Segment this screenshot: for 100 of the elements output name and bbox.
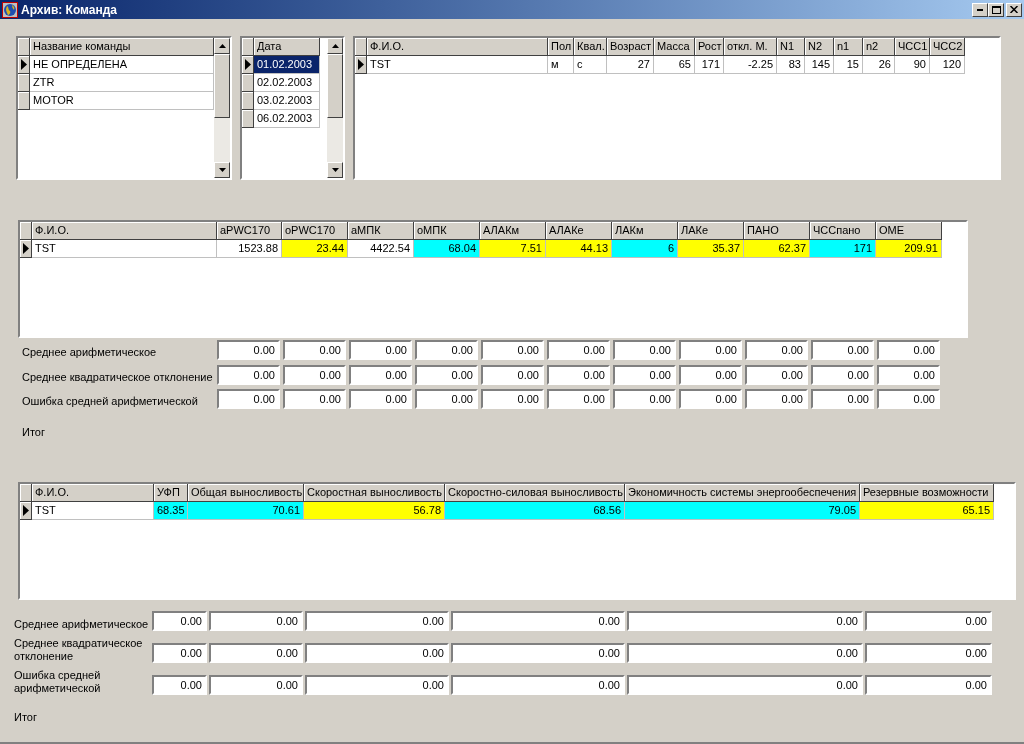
stat-field[interactable]: 0.00 bbox=[877, 340, 940, 361]
row-indicator[interactable] bbox=[18, 56, 30, 74]
column-header[interactable]: Скоростная выносливость bbox=[304, 484, 445, 502]
stat-field[interactable]: 0.00 bbox=[451, 675, 625, 695]
table-cell[interactable]: ZTR bbox=[30, 74, 214, 92]
table-cell[interactable]: НЕ ОПРЕДЕЛЕНА bbox=[30, 56, 214, 74]
stat-field[interactable]: 0.00 bbox=[415, 364, 478, 385]
stat-field[interactable]: 0.00 bbox=[627, 643, 863, 663]
stat-field[interactable]: 0.00 bbox=[745, 340, 808, 361]
column-header[interactable]: ОМЕ bbox=[876, 222, 942, 240]
stat-field[interactable]: 0.00 bbox=[305, 675, 449, 695]
stat-field[interactable]: 0.00 bbox=[209, 643, 303, 663]
stat-field[interactable]: 0.00 bbox=[865, 675, 992, 695]
column-header[interactable]: Название команды bbox=[30, 38, 214, 56]
column-header[interactable]: N2 bbox=[805, 38, 834, 56]
stat-field[interactable]: 0.00 bbox=[745, 364, 808, 385]
stat-field[interactable]: 0.00 bbox=[613, 389, 676, 410]
stat-field[interactable]: 0.00 bbox=[811, 389, 874, 410]
row-indicator[interactable] bbox=[18, 74, 30, 92]
column-header[interactable]: Рост bbox=[695, 38, 724, 56]
column-header[interactable]: Масса bbox=[654, 38, 695, 56]
column-header[interactable]: Общая выносливость bbox=[188, 484, 304, 502]
stat-field[interactable]: 0.00 bbox=[152, 643, 207, 663]
stat-field[interactable]: 0.00 bbox=[481, 340, 544, 361]
column-header[interactable]: откл. М. bbox=[724, 38, 777, 56]
stat-field[interactable]: 0.00 bbox=[349, 340, 412, 361]
scrollbar-thumb[interactable] bbox=[214, 54, 230, 118]
stat-field[interactable]: 0.00 bbox=[217, 340, 280, 361]
maximize-button[interactable] bbox=[988, 2, 1004, 17]
scrollbar-thumb[interactable] bbox=[327, 54, 343, 118]
stat-field[interactable]: 0.00 bbox=[613, 340, 676, 361]
column-header[interactable]: Пол bbox=[548, 38, 574, 56]
row-indicator[interactable] bbox=[242, 110, 254, 128]
stat-field[interactable]: 0.00 bbox=[811, 340, 874, 361]
stat-field[interactable]: 0.00 bbox=[613, 364, 676, 385]
column-header[interactable]: n2 bbox=[863, 38, 895, 56]
column-header[interactable]: Скоростно-силовая выносливость bbox=[445, 484, 625, 502]
stat-field[interactable]: 0.00 bbox=[547, 364, 610, 385]
column-header[interactable]: ЛАКм bbox=[612, 222, 678, 240]
column-header[interactable]: Экономичность системы энергообеспечения bbox=[625, 484, 860, 502]
stat-field[interactable]: 0.00 bbox=[283, 389, 346, 410]
column-header[interactable]: ЧСС2 bbox=[930, 38, 965, 56]
stat-field[interactable]: 0.00 bbox=[865, 611, 992, 631]
row-indicator[interactable] bbox=[242, 74, 254, 92]
stat-field[interactable]: 0.00 bbox=[283, 364, 346, 385]
scroll-up-button[interactable] bbox=[327, 38, 343, 54]
stat-field[interactable]: 0.00 bbox=[209, 611, 303, 631]
column-header[interactable]: АЛАКм bbox=[480, 222, 546, 240]
stat-field[interactable]: 0.00 bbox=[152, 675, 207, 695]
stat-field[interactable]: 0.00 bbox=[217, 389, 280, 410]
stat-field[interactable]: 0.00 bbox=[811, 364, 874, 385]
minimize-button[interactable] bbox=[972, 2, 988, 17]
row-indicator[interactable] bbox=[242, 56, 254, 74]
vertical-scrollbar[interactable] bbox=[327, 38, 343, 178]
column-header[interactable]: УФП bbox=[154, 484, 188, 502]
column-header[interactable]: ЧСС1 bbox=[895, 38, 930, 56]
stat-field[interactable]: 0.00 bbox=[451, 611, 625, 631]
stat-field[interactable]: 0.00 bbox=[283, 340, 346, 361]
stat-field[interactable]: 0.00 bbox=[481, 364, 544, 385]
column-header[interactable]: Ф.И.О. bbox=[367, 38, 548, 56]
stat-field[interactable]: 0.00 bbox=[209, 675, 303, 695]
stat-field[interactable]: 0.00 bbox=[547, 340, 610, 361]
table-cell[interactable]: MOTOR bbox=[30, 92, 214, 110]
stat-field[interactable]: 0.00 bbox=[481, 389, 544, 410]
stat-field[interactable]: 0.00 bbox=[415, 340, 478, 361]
row-indicator[interactable] bbox=[18, 92, 30, 110]
stat-field[interactable]: 0.00 bbox=[415, 389, 478, 410]
table-cell[interactable]: 02.02.2003 bbox=[254, 74, 320, 92]
stat-field[interactable]: 0.00 bbox=[349, 364, 412, 385]
close-button[interactable] bbox=[1006, 2, 1022, 17]
column-header[interactable]: Возраст bbox=[607, 38, 654, 56]
column-header[interactable]: Резервные возможности bbox=[860, 484, 994, 502]
column-header[interactable]: ЧССпано bbox=[810, 222, 876, 240]
column-header[interactable]: Ф.И.О. bbox=[32, 484, 154, 502]
scroll-down-button[interactable] bbox=[327, 162, 343, 178]
column-header[interactable]: ЛАКе bbox=[678, 222, 744, 240]
stat-field[interactable]: 0.00 bbox=[877, 364, 940, 385]
table-cell[interactable]: 06.02.2003 bbox=[254, 110, 320, 128]
column-header[interactable]: АЛАКе bbox=[546, 222, 612, 240]
stat-field[interactable]: 0.00 bbox=[152, 611, 207, 631]
scroll-down-button[interactable] bbox=[214, 162, 230, 178]
stat-field[interactable]: 0.00 bbox=[679, 389, 742, 410]
stat-field[interactable]: 0.00 bbox=[451, 643, 625, 663]
row-indicator[interactable] bbox=[242, 92, 254, 110]
stat-field[interactable]: 0.00 bbox=[865, 643, 992, 663]
column-header[interactable]: Ф.И.О. bbox=[32, 222, 217, 240]
stat-field[interactable]: 0.00 bbox=[217, 364, 280, 385]
stat-field[interactable]: 0.00 bbox=[305, 611, 449, 631]
column-header[interactable]: oPWC170 bbox=[282, 222, 348, 240]
stat-field[interactable]: 0.00 bbox=[679, 340, 742, 361]
stat-field[interactable]: 0.00 bbox=[877, 389, 940, 410]
column-header[interactable]: Квал. bbox=[574, 38, 607, 56]
column-header[interactable]: Дата bbox=[254, 38, 320, 56]
column-header[interactable]: n1 bbox=[834, 38, 863, 56]
column-header[interactable]: ПАНО bbox=[744, 222, 810, 240]
stat-field[interactable]: 0.00 bbox=[349, 389, 412, 410]
scroll-up-button[interactable] bbox=[214, 38, 230, 54]
stat-field[interactable]: 0.00 bbox=[679, 364, 742, 385]
vertical-scrollbar[interactable] bbox=[214, 38, 230, 178]
stat-field[interactable]: 0.00 bbox=[627, 675, 863, 695]
